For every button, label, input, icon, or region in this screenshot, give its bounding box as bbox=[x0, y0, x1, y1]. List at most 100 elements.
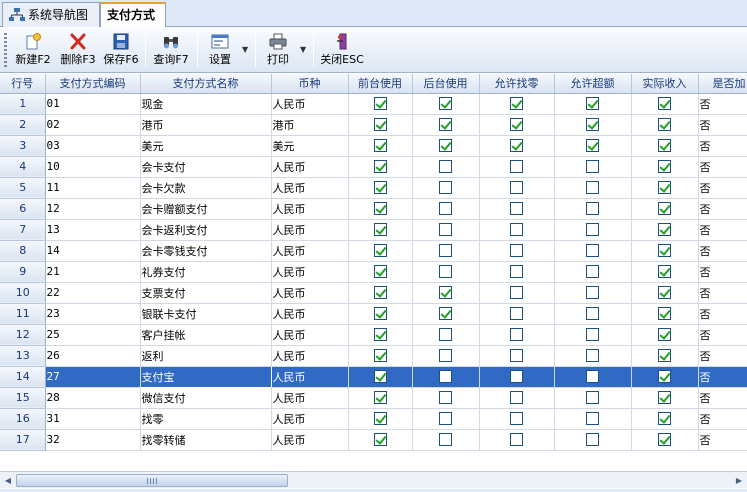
toolbar-grip[interactable] bbox=[4, 33, 7, 67]
checkbox[interactable] bbox=[586, 97, 599, 111]
name-cell[interactable]: 银联卡支付 bbox=[140, 303, 272, 325]
query-button[interactable]: 查询F7 bbox=[150, 31, 192, 69]
table-row[interactable]: 16 31 找零 人民币 否 bbox=[0, 408, 747, 430]
name-cell[interactable]: 美元 bbox=[140, 135, 272, 157]
over-checkbox-cell[interactable] bbox=[554, 324, 632, 346]
checkbox[interactable] bbox=[510, 181, 523, 195]
code-cell[interactable]: 11 bbox=[45, 177, 141, 199]
checkbox[interactable] bbox=[586, 118, 599, 132]
checkbox[interactable] bbox=[586, 349, 599, 363]
income-checkbox-cell[interactable] bbox=[631, 303, 699, 325]
name-cell[interactable]: 港币 bbox=[140, 114, 272, 136]
checkbox[interactable] bbox=[510, 265, 523, 279]
table-row[interactable]: 13 26 返利 人民币 否 bbox=[0, 345, 747, 367]
currency-cell[interactable]: 人民币 bbox=[271, 198, 349, 220]
code-cell[interactable]: 14 bbox=[45, 240, 141, 262]
over-checkbox-cell[interactable] bbox=[554, 387, 632, 409]
name-cell[interactable]: 返利 bbox=[140, 345, 272, 367]
checkbox[interactable] bbox=[658, 97, 671, 111]
back-checkbox-cell[interactable] bbox=[412, 282, 480, 304]
col-header-currency[interactable]: 币种 bbox=[271, 74, 349, 94]
front-checkbox-cell[interactable] bbox=[348, 387, 413, 409]
table-row[interactable]: 11 23 银联卡支付 人民币 否 bbox=[0, 303, 747, 325]
front-checkbox-cell[interactable] bbox=[348, 135, 413, 157]
code-cell[interactable]: 31 bbox=[45, 408, 141, 430]
extra-cell[interactable]: 否 bbox=[698, 282, 747, 304]
checkbox[interactable] bbox=[510, 202, 523, 216]
back-checkbox-cell[interactable] bbox=[412, 177, 480, 199]
code-cell[interactable]: 25 bbox=[45, 324, 141, 346]
back-checkbox-cell[interactable] bbox=[412, 345, 480, 367]
name-cell[interactable]: 找零转储 bbox=[140, 429, 272, 451]
checkbox[interactable] bbox=[586, 139, 599, 153]
over-checkbox-cell[interactable] bbox=[554, 261, 632, 283]
extra-cell[interactable]: 否 bbox=[698, 408, 747, 430]
table-row[interactable]: 2 02 港币 港币否 bbox=[0, 114, 747, 136]
checkbox[interactable] bbox=[658, 391, 671, 405]
checkbox[interactable] bbox=[658, 202, 671, 216]
income-checkbox-cell[interactable] bbox=[631, 240, 699, 262]
change-checkbox-cell[interactable] bbox=[479, 240, 555, 262]
table-row[interactable]: 4 10 会卡支付 人民币 否 bbox=[0, 156, 747, 178]
table-row[interactable]: 8 14 会卡零钱支付 人民币 否 bbox=[0, 240, 747, 262]
checkbox[interactable] bbox=[586, 433, 599, 447]
row-number-cell[interactable]: 15 bbox=[0, 387, 46, 409]
checkbox[interactable] bbox=[510, 412, 523, 426]
checkbox[interactable] bbox=[439, 139, 452, 153]
income-checkbox-cell[interactable] bbox=[631, 219, 699, 241]
back-checkbox-cell[interactable] bbox=[412, 156, 480, 178]
col-header-back-use[interactable]: 后台使用 bbox=[412, 74, 480, 94]
code-cell[interactable]: 03 bbox=[45, 135, 141, 157]
back-checkbox-cell[interactable] bbox=[412, 366, 480, 388]
row-number-cell[interactable]: 14 bbox=[0, 366, 46, 388]
change-checkbox-cell[interactable] bbox=[479, 366, 555, 388]
settings-button[interactable]: 设置 bbox=[202, 31, 238, 69]
table-row[interactable]: 5 11 会卡欠款 人民币 否 bbox=[0, 177, 747, 199]
name-cell[interactable]: 微信支付 bbox=[140, 387, 272, 409]
income-checkbox-cell[interactable] bbox=[631, 198, 699, 220]
checkbox[interactable] bbox=[586, 202, 599, 216]
row-number-cell[interactable]: 7 bbox=[0, 219, 46, 241]
extra-cell[interactable]: 否 bbox=[698, 198, 747, 220]
checkbox[interactable] bbox=[373, 139, 387, 153]
checkbox[interactable] bbox=[373, 412, 387, 426]
change-checkbox-cell[interactable] bbox=[479, 177, 555, 199]
name-cell[interactable]: 会卡返利支付 bbox=[140, 219, 272, 241]
name-cell[interactable]: 会卡赠额支付 bbox=[140, 198, 272, 220]
extra-cell[interactable]: 否 bbox=[698, 156, 747, 178]
checkbox[interactable] bbox=[658, 328, 671, 342]
back-checkbox-cell[interactable] bbox=[412, 198, 480, 220]
checkbox[interactable] bbox=[373, 265, 387, 279]
col-header-name[interactable]: 支付方式名称 bbox=[140, 74, 272, 94]
front-checkbox-cell[interactable] bbox=[348, 261, 413, 283]
front-checkbox-cell[interactable] bbox=[348, 240, 413, 262]
change-checkbox-cell[interactable] bbox=[479, 261, 555, 283]
checkbox[interactable] bbox=[439, 412, 452, 426]
back-checkbox-cell[interactable] bbox=[412, 324, 480, 346]
close-button[interactable]: 关闭ESC bbox=[318, 31, 366, 69]
code-cell[interactable]: 26 bbox=[45, 345, 141, 367]
horizontal-scrollbar[interactable]: ◀ ▶ bbox=[0, 471, 747, 488]
col-header-allow-over[interactable]: 允许超额 bbox=[554, 74, 632, 94]
over-checkbox-cell[interactable] bbox=[554, 303, 632, 325]
row-number-cell[interactable]: 3 bbox=[0, 135, 46, 157]
table-row[interactable]: 1 01 现金 人民币 否 bbox=[0, 93, 747, 115]
change-checkbox-cell[interactable] bbox=[479, 93, 555, 115]
checkbox[interactable] bbox=[373, 160, 387, 174]
checkbox[interactable] bbox=[373, 118, 387, 132]
currency-cell[interactable]: 人民币 bbox=[271, 387, 349, 409]
change-checkbox-cell[interactable] bbox=[479, 219, 555, 241]
change-checkbox-cell[interactable] bbox=[479, 324, 555, 346]
over-checkbox-cell[interactable] bbox=[554, 345, 632, 367]
code-cell[interactable]: 13 bbox=[45, 219, 141, 241]
row-number-cell[interactable]: 12 bbox=[0, 324, 46, 346]
front-checkbox-cell[interactable] bbox=[348, 114, 413, 136]
currency-cell[interactable]: 人民币 bbox=[271, 429, 349, 451]
change-checkbox-cell[interactable] bbox=[479, 198, 555, 220]
col-header-code[interactable]: 支付方式编码 bbox=[45, 74, 141, 94]
extra-cell[interactable]: 否 bbox=[698, 93, 747, 115]
currency-cell[interactable]: 人民币 bbox=[271, 261, 349, 283]
front-checkbox-cell[interactable] bbox=[348, 198, 413, 220]
code-cell[interactable]: 02 bbox=[45, 114, 141, 136]
front-checkbox-cell[interactable] bbox=[348, 408, 413, 430]
